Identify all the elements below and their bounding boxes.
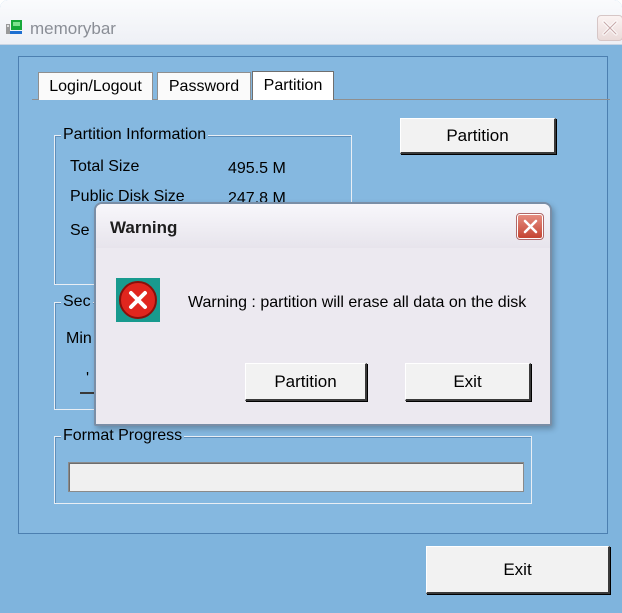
error-icon xyxy=(116,278,160,322)
total-size-value: 495.5 M xyxy=(228,160,286,177)
warning-dialog: Warning Warning : partition will erase a… xyxy=(94,202,552,426)
secure-disk-size-label: Se xyxy=(70,222,90,239)
format-progress-bar xyxy=(68,462,524,492)
tab-password[interactable]: Password xyxy=(157,72,251,100)
warning-dialog-body: Warning : partition will erase all data … xyxy=(96,248,550,424)
app-icon xyxy=(6,19,22,35)
dialog-exit-button[interactable]: Exit xyxy=(405,363,531,401)
minimum-label: Min xyxy=(66,330,92,347)
close-icon xyxy=(523,219,538,234)
total-size-label: Total Size xyxy=(70,158,140,175)
warning-dialog-title: Warning xyxy=(110,218,178,237)
partition-button[interactable]: Partition xyxy=(400,118,556,154)
tab-partition[interactable]: Partition xyxy=(252,71,334,100)
exit-button[interactable]: Exit xyxy=(426,546,610,594)
warning-dialog-titlebar[interactable]: Warning xyxy=(96,204,550,248)
close-icon xyxy=(602,20,618,36)
memorybar-window: memorybar Login/Logout Password Partitio… xyxy=(0,0,622,613)
window-close-button[interactable] xyxy=(597,15,622,41)
slider-tick: ' xyxy=(86,370,90,387)
partition-information-legend: Partition Information xyxy=(61,125,209,145)
security-group-legend: Sec xyxy=(61,292,93,312)
window-titlebar[interactable]: memorybar xyxy=(0,0,622,45)
dialog-partition-button[interactable]: Partition xyxy=(245,363,367,401)
warning-message: Warning : partition will erase all data … xyxy=(188,294,527,311)
warning-dialog-close-button[interactable] xyxy=(516,213,544,240)
window-title: memorybar xyxy=(30,19,116,38)
format-progress-legend: Format Progress xyxy=(61,426,185,446)
tab-login-logout[interactable]: Login/Logout xyxy=(38,72,153,100)
